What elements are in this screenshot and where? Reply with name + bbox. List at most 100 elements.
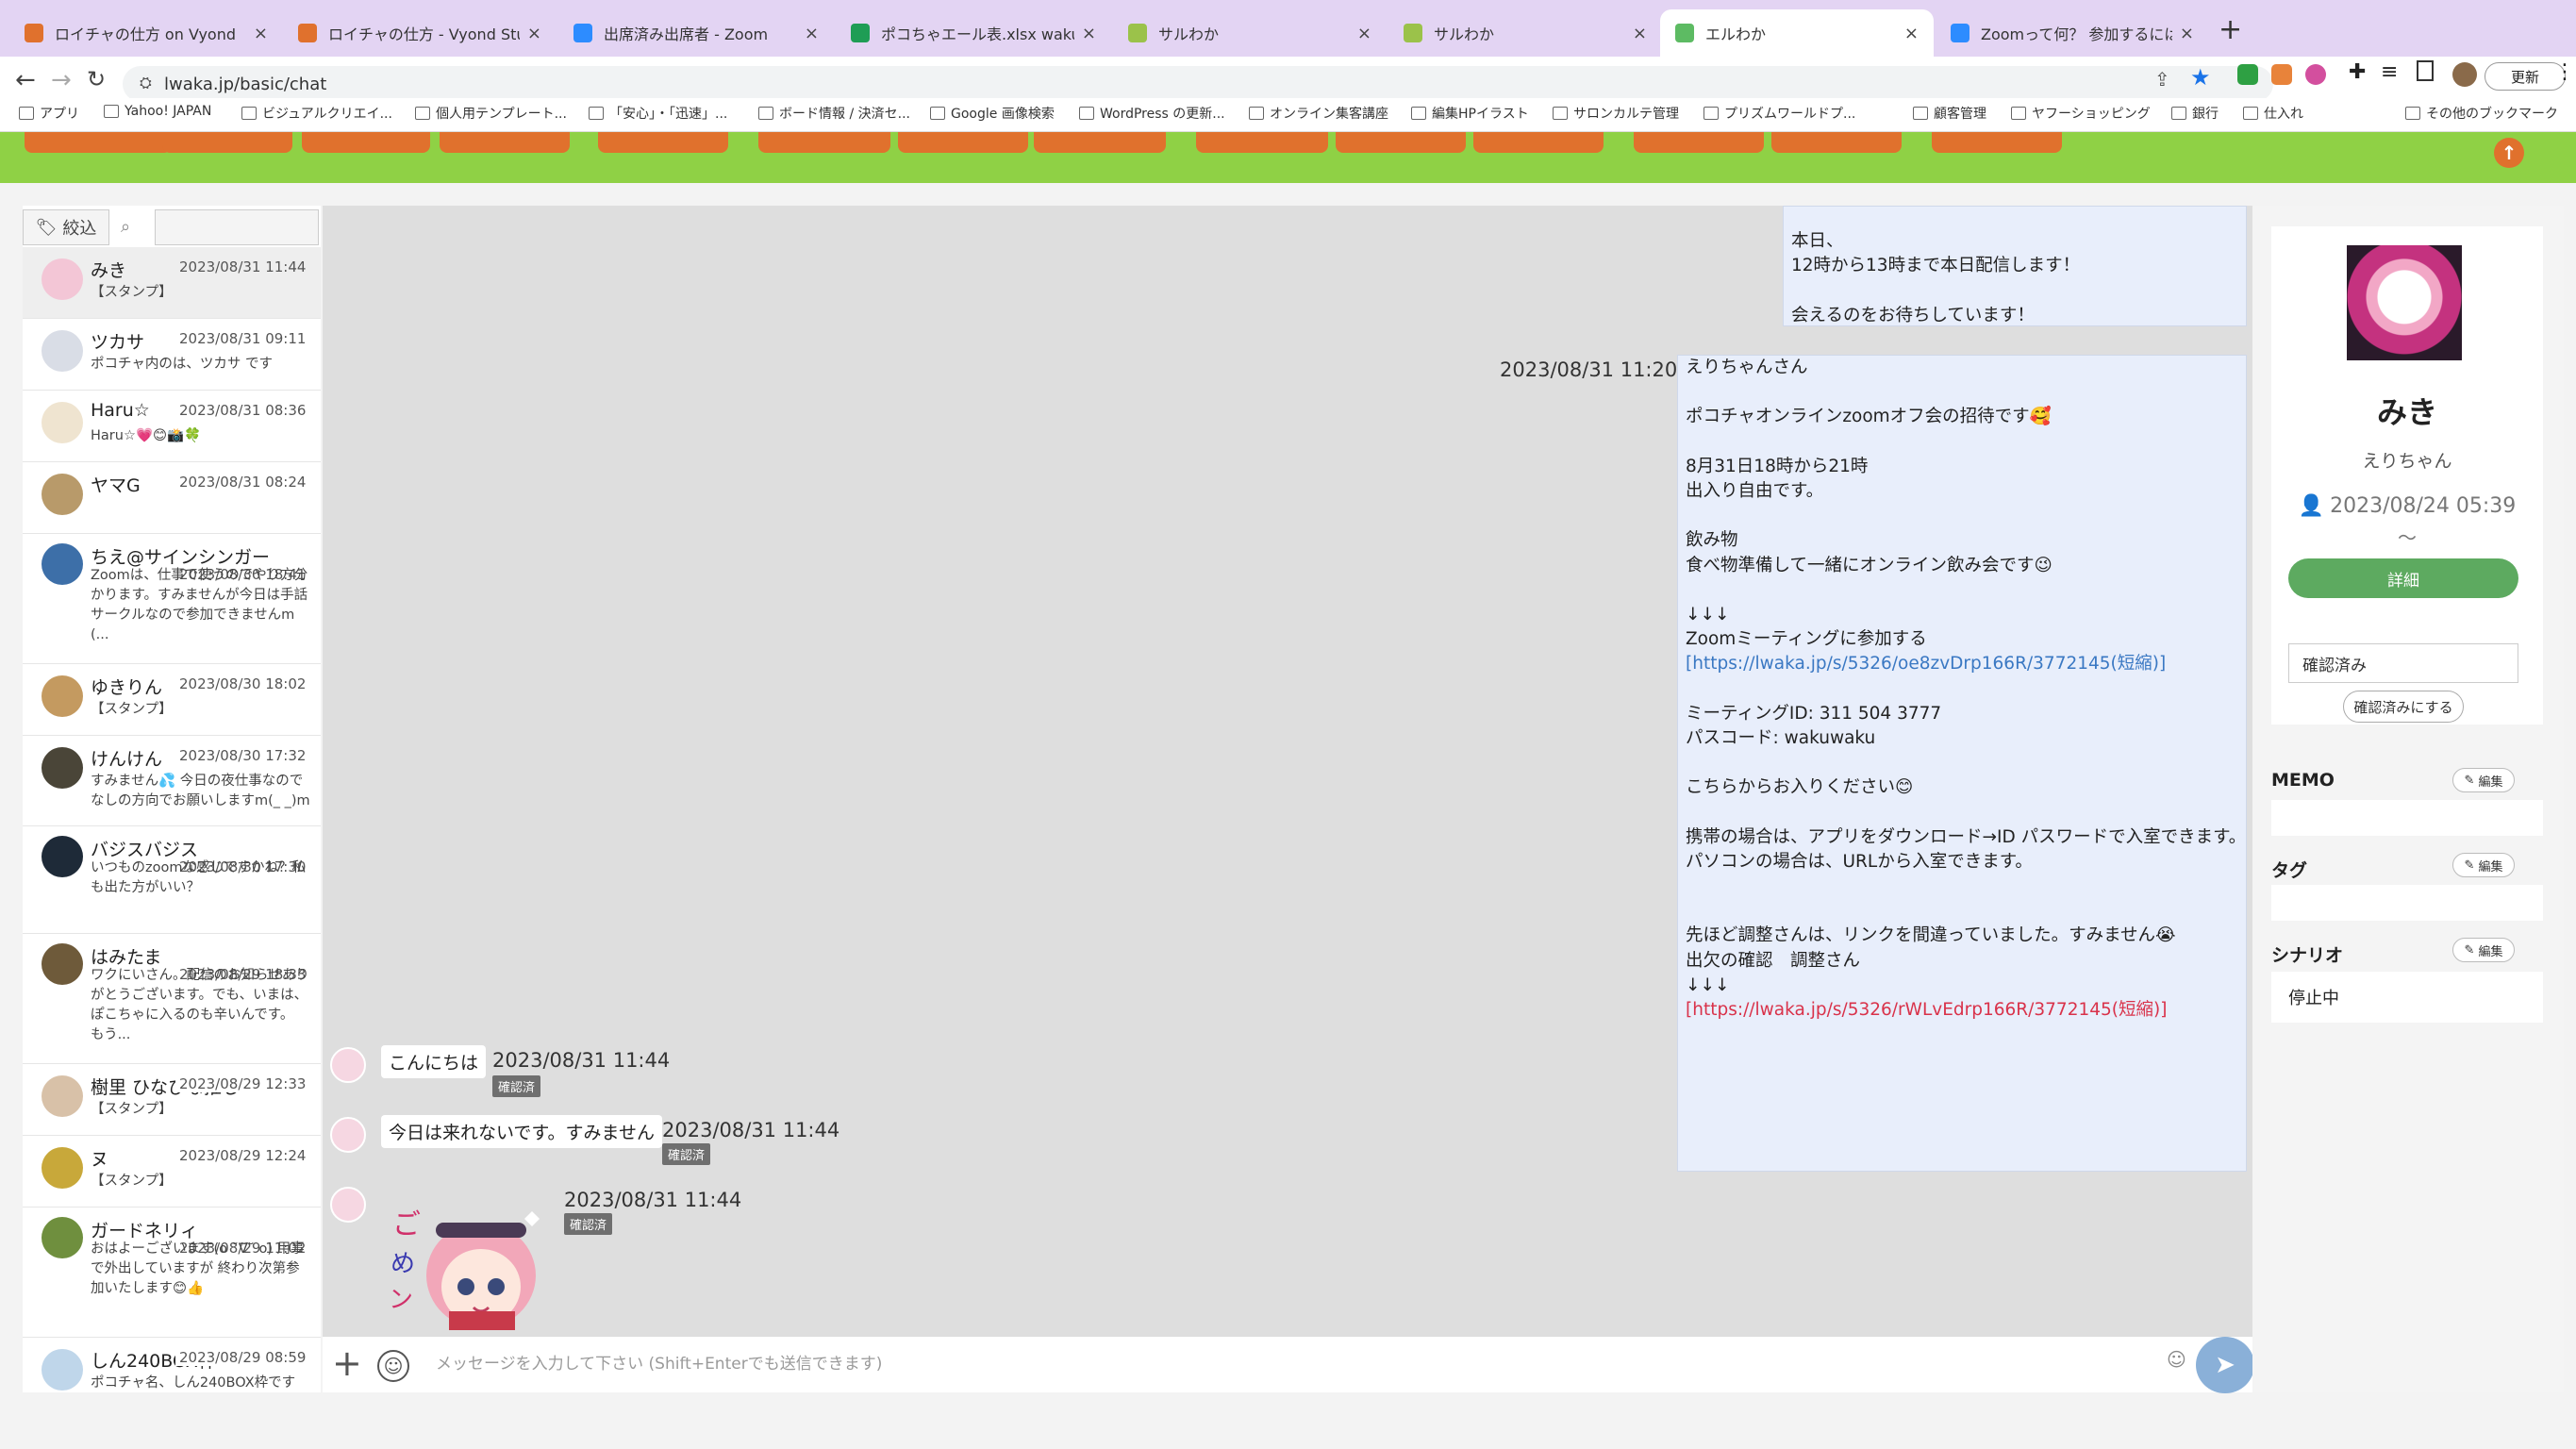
reload-icon[interactable]: ↻ (87, 66, 106, 92)
menu-button[interactable] (598, 132, 728, 153)
address-bar[interactable]: ⛭ lwaka.jp/basic/chat (123, 66, 2273, 102)
browser-tab[interactable]: サルわか × (1388, 9, 1662, 57)
bookmark-item[interactable]: 「安心」・「迅速」... (589, 104, 727, 123)
menu-button[interactable] (440, 132, 570, 153)
back-icon[interactable]: ← (15, 66, 36, 94)
menu-button[interactable] (898, 132, 1028, 153)
edit-icon: ✎ (2464, 858, 2475, 873)
menu-button[interactable] (1196, 132, 1328, 153)
bookmark-item[interactable]: ヤフーショッピング (2011, 104, 2151, 123)
contact-item[interactable]: ヤマG 2023/08/31 08:24 (23, 462, 321, 534)
contact-item[interactable]: けんけん 2023/08/30 17:32 すみません💦 今日の夜仕事なので なしの… (23, 736, 321, 826)
forward-icon[interactable]: → (51, 66, 72, 94)
bookmark-item[interactable]: プリズムワールドプ... (1703, 104, 1855, 123)
contact-item[interactable]: ちえ@サインシンガー 2023/08/30 18:41 Zoomは、仕事で使うのでや… (23, 534, 321, 664)
mark-confirmed-button[interactable]: 確認済みにする (2343, 691, 2464, 723)
bookmark-item[interactable]: オンライン集客講座 (1249, 104, 1388, 123)
bookmark-item[interactable]: 個人用テンプレート... (415, 104, 567, 123)
bookmark-item[interactable]: その他のブックマーク (2405, 104, 2558, 123)
add-attachment-button[interactable]: + (332, 1344, 362, 1382)
site-info-icon[interactable]: ⛭ (140, 74, 152, 92)
close-icon[interactable]: × (1082, 24, 1096, 43)
bookmark-item[interactable]: Yahoo! JAPAN (104, 104, 211, 119)
bookmark-item[interactable]: Google 画像検索 (930, 104, 1055, 123)
profile-avatar-icon[interactable] (2452, 62, 2477, 87)
contact-item[interactable]: ヌ 2023/08/29 12:24 【スタンプ】 (23, 1136, 321, 1208)
menu-button[interactable] (1336, 132, 1466, 153)
browser-tab[interactable]: ロイチャの仕方 - Vyond Studio × (283, 9, 557, 57)
memo-edit-button[interactable]: ✎ 編集 (2452, 768, 2515, 792)
contact-name: ゆきりん (91, 677, 163, 698)
extensions-puzzle-icon[interactable]: ✚ (2349, 60, 2366, 84)
avatar (42, 258, 83, 300)
status-select[interactable]: 確認済み (2288, 643, 2518, 683)
scenario-edit-button[interactable]: ✎ 編集 (2452, 938, 2515, 962)
filter-button[interactable]: 🏷 絞込 (23, 209, 109, 245)
extension-fox-icon[interactable] (2271, 64, 2292, 85)
menu-button[interactable] (1034, 132, 1166, 153)
menu-button[interactable] (162, 132, 292, 153)
browser-tab[interactable]: 出席済み出席者 - Zoom × (558, 9, 834, 57)
browser-tab[interactable]: サルわか × (1113, 9, 1387, 57)
scroll-top-button[interactable]: ↑ (2494, 138, 2524, 168)
tab-title: サルわか (1158, 25, 1220, 43)
new-tab-button[interactable]: + (2219, 13, 2242, 46)
contact-list: みき 2023/08/31 11:44 【スタンプ】 ツカサ 2023/08/31 09… (23, 247, 321, 1392)
message-link[interactable]: [https://lwaka.jp/s/5326/oe8zvDrp166R/37… (1686, 652, 2238, 676)
bookmark-item[interactable]: ボード情報 / 決済セ... (758, 104, 910, 123)
browser-tab[interactable]: ポコちゃエール表.xlsx wakunii × (836, 9, 1111, 57)
contact-item[interactable]: ゆきりん 2023/08/30 18:02 【スタンプ】 (23, 664, 321, 736)
contact-item[interactable]: バジスバジス 2023/08/30 17:30 いつものzoomな感じですかね？私も… (23, 826, 321, 934)
browser-tab[interactable]: Zoomって何？ 参加するには、ど × (1936, 9, 2209, 57)
bookmark-item[interactable]: 仕入れ (2243, 104, 2303, 123)
close-icon[interactable]: × (805, 24, 819, 43)
bookmark-item[interactable]: 編集HPイラスト (1411, 104, 1529, 123)
tag-edit-button[interactable]: ✎ 編集 (2452, 853, 2515, 877)
extension-icon[interactable] (2237, 64, 2258, 85)
close-icon[interactable]: × (1357, 24, 1371, 43)
message-link[interactable]: [https://lwaka.jp/s/5326/rWLvEdrp166R/37… (1686, 998, 2238, 1023)
tab-favicon-icon (298, 24, 317, 42)
menu-button[interactable] (1771, 132, 1902, 153)
menu-button[interactable] (1473, 132, 1604, 153)
menu-button[interactable] (302, 132, 430, 153)
search-input[interactable] (155, 209, 319, 245)
close-icon[interactable]: × (1633, 24, 1647, 43)
share-icon[interactable]: ⇪ (2154, 68, 2170, 91)
bookmark-item[interactable]: 銀行 (2171, 104, 2219, 123)
menu-button[interactable] (758, 132, 890, 153)
message-input[interactable]: メッセージを入力して下さい (Shift+Enterでも送信できます) (436, 1350, 2134, 1374)
bookmark-item[interactable]: 顧客管理 (1913, 104, 1986, 123)
contact-item[interactable]: しん240BOX枠 2023/08/29 08:59 ポコチャ名、しん240BOX枠… (23, 1338, 321, 1392)
reading-list-icon[interactable]: ≡ (2381, 60, 2398, 84)
contact-item[interactable]: みき 2023/08/31 11:44 【スタンプ】 (23, 247, 321, 319)
status-badge: 確認済 (662, 1143, 711, 1165)
browser-tab[interactable]: ロイチャの仕方 on Vyond × (9, 9, 283, 57)
detail-button[interactable]: 詳細 (2288, 558, 2518, 598)
menu-kebab-icon[interactable]: ⋮ (2554, 60, 2575, 84)
menu-button[interactable] (25, 132, 172, 153)
browser-tab[interactable]: エルわか × (1660, 9, 1934, 57)
bookmark-item[interactable]: アプリ (19, 104, 79, 123)
emoji-button[interactable]: ☺ (377, 1350, 409, 1382)
contact-item[interactable]: Haru☆ 2023/08/31 08:36 Haru☆💗😊📸🍀 (23, 391, 321, 462)
bookmark-star-icon[interactable]: ★ (2190, 64, 2211, 91)
bookmark-item[interactable]: WordPress の更新... (1079, 104, 1225, 123)
close-icon[interactable]: × (2180, 24, 2194, 43)
extension-color-icon[interactable] (2305, 64, 2326, 85)
contact-item[interactable]: ツカサ 2023/08/31 09:11 ポコチャ内のは、ツカサ です (23, 319, 321, 391)
bookmark-item[interactable]: サロンカルテ管理 (1553, 104, 1679, 123)
send-button[interactable]: ➤ (2196, 1337, 2254, 1393)
close-icon[interactable]: × (1904, 24, 1919, 43)
contact-item[interactable]: はみたま 2023/08/29 18:33 ワクにいさん。配信のお知らせありがとうご… (23, 934, 321, 1064)
side-panel-icon[interactable] (2417, 60, 2434, 81)
bookmark-item[interactable]: ビジュアルクリエイ... (241, 104, 392, 123)
emoji-picker-icon[interactable]: ☺ (2167, 1348, 2186, 1371)
contact-item[interactable]: 樹里 ひなひな推し 2023/08/29 12:33 【スタンプ】 (23, 1064, 321, 1136)
menu-button[interactable] (1634, 132, 1764, 153)
close-icon[interactable]: × (527, 24, 541, 43)
bookmark-label: 個人用テンプレート... (436, 107, 567, 122)
close-icon[interactable]: × (254, 24, 268, 43)
menu-button[interactable] (1932, 132, 2062, 153)
contact-item[interactable]: ガードネリィ 2023/08/29 11:02 おはよーございます(o ˘∇˘ o)… (23, 1208, 321, 1338)
